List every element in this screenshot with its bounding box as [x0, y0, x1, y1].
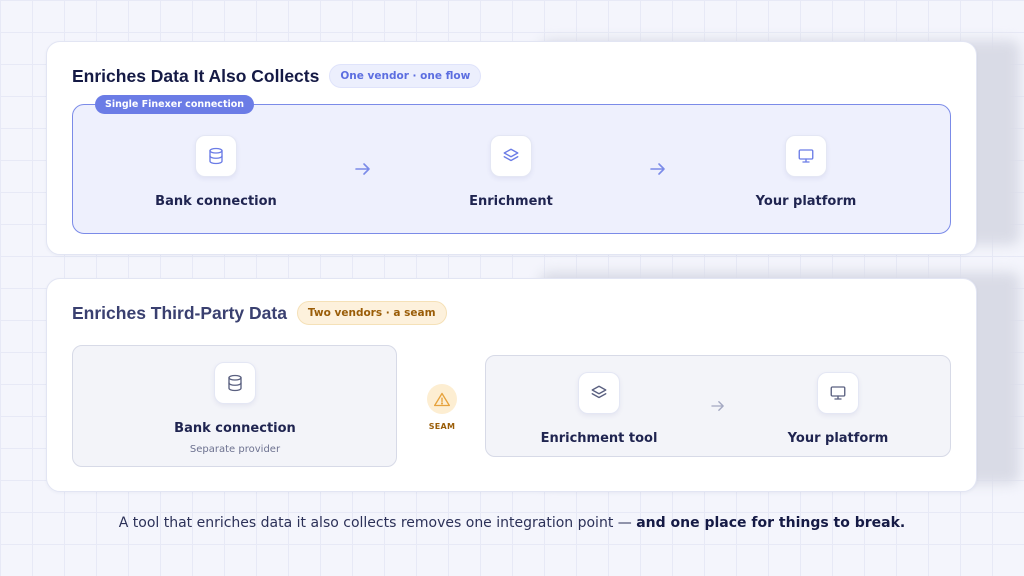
monitor-icon [785, 135, 827, 177]
enrichment-platform-box: Enrichment tool Your platform [485, 355, 951, 457]
third-party-flow-card: Enriches Third-Party Data Two vendors · … [46, 278, 977, 492]
seam-indicator: SEAM [420, 384, 464, 431]
integrated-badge: One vendor · one flow [329, 64, 482, 88]
third-party-title: Enriches Third-Party Data [72, 302, 287, 323]
warning-icon [427, 384, 457, 414]
integrated-title: Enriches Data It Also Collects [72, 65, 320, 86]
step-your-platform: Your platform [748, 372, 928, 446]
step-label: Your platform [787, 431, 889, 446]
layers-icon [490, 135, 532, 177]
database-icon [214, 362, 256, 404]
seam-label: SEAM [428, 422, 456, 431]
step-enrichment: Enrichment [421, 135, 601, 209]
single-connection-box: Single Finexer connection Bank connectio… [72, 95, 951, 234]
third-party-badge: Two vendors · a seam [296, 301, 447, 325]
provider-box: Bank connection Separate provider [72, 345, 397, 467]
step-bank-connection: Bank connection [126, 135, 306, 209]
step-your-platform: Your platform [716, 135, 896, 209]
integrated-header: Enriches Data It Also Collects One vendo… [72, 64, 482, 88]
database-icon [195, 135, 237, 177]
footer-emphasis: and one place for things to break. [636, 515, 906, 531]
footer-caption: A tool that enriches data it also collec… [0, 515, 1024, 531]
step-label: Enrichment [469, 194, 553, 209]
arrow-right-icon [711, 401, 724, 411]
step-label: Bank connection [174, 421, 296, 436]
arrow-right-icon [355, 163, 370, 175]
step-label: Bank connection [155, 194, 277, 209]
integrated-flow-card: Enriches Data It Also Collects One vendo… [46, 41, 977, 255]
footer-text: A tool that enriches data it also collec… [118, 515, 637, 531]
step-sublabel: Separate provider [189, 444, 281, 455]
step-label: Enrichment tool [540, 431, 658, 446]
third-party-header: Enriches Third-Party Data Two vendors · … [72, 301, 447, 325]
arrow-right-icon [650, 163, 665, 175]
layers-icon [578, 372, 620, 414]
step-enrichment-tool: Enrichment tool [509, 372, 689, 446]
connection-tag: Single Finexer connection [95, 95, 255, 114]
monitor-icon [817, 372, 859, 414]
step-label: Your platform [755, 194, 857, 209]
step-bank-connection: Bank connection Separate provider [145, 362, 325, 455]
